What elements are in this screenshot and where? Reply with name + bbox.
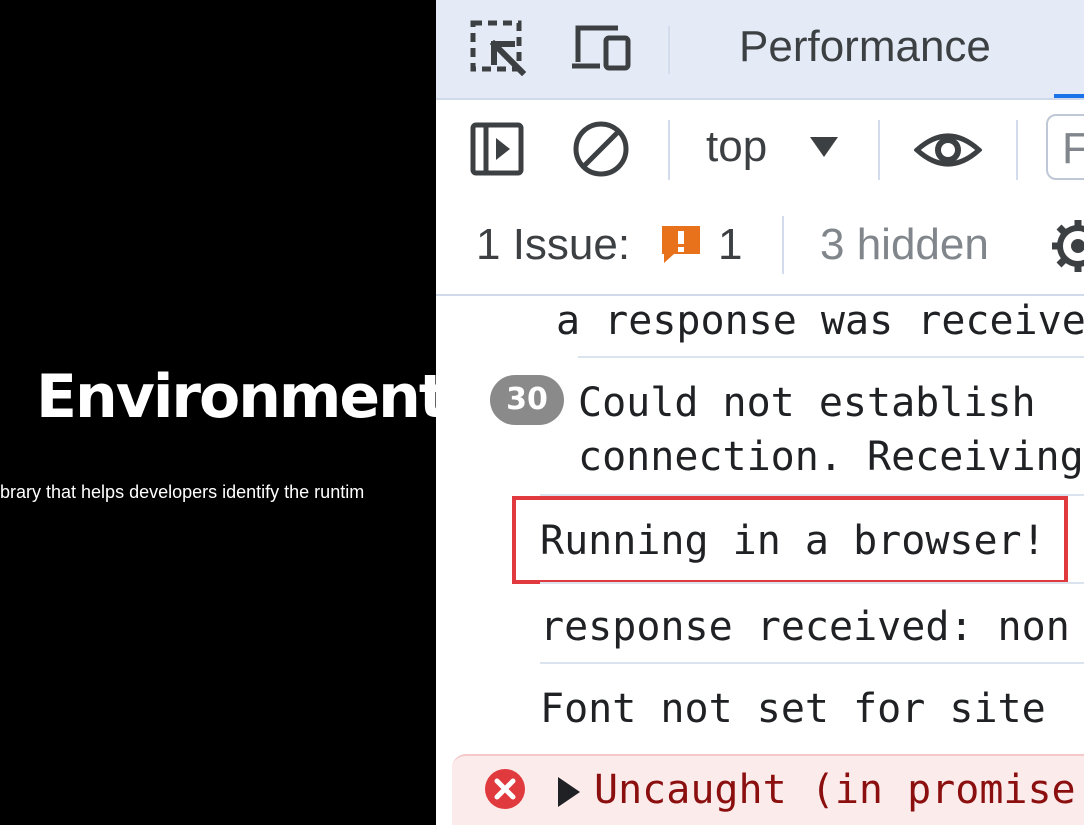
issues-separator — [782, 216, 784, 274]
message-divider — [540, 662, 1084, 664]
toolbar-separator — [1016, 120, 1018, 180]
devtools-panel: Performance top F 1 Issue: 1 3 hidden a … — [436, 0, 1084, 825]
page-title: Environment — [36, 362, 436, 432]
active-tab-indicator — [1054, 94, 1084, 98]
device-toolbar-icon[interactable] — [570, 22, 632, 78]
inspect-element-icon[interactable] — [470, 20, 527, 80]
sidebar-toggle-icon[interactable] — [470, 122, 524, 180]
devtools-tabbar: Performance — [436, 0, 1084, 100]
page-subtitle: brary that helps developers identify the… — [0, 482, 365, 502]
highlight-box — [512, 496, 1068, 584]
message-divider — [540, 582, 1084, 584]
error-message-text: Uncaught (in promise — [594, 767, 1076, 813]
error-icon — [484, 768, 526, 814]
issue-warning-icon[interactable] — [660, 224, 702, 264]
hidden-messages-count: 3 hidden — [820, 220, 989, 269]
console-message: response received: non — [540, 604, 1070, 650]
toolbar-separator — [878, 120, 880, 180]
tab-separator — [668, 26, 670, 74]
filter-placeholder: F — [1062, 124, 1084, 173]
context-selector[interactable]: top — [706, 122, 767, 172]
issues-label[interactable]: 1 Issue: — [476, 220, 630, 270]
clear-console-icon[interactable] — [572, 120, 630, 182]
live-expression-eye-icon[interactable] — [913, 128, 983, 176]
console-message: Font not set for site — [540, 686, 1046, 732]
filter-input[interactable]: F — [1046, 114, 1084, 180]
console-message-continued: connection. Receiving — [578, 434, 1084, 480]
console-message: Could not establish — [578, 380, 1036, 426]
page-viewport: Environment brary that helps developers … — [0, 0, 436, 825]
issue-count[interactable]: 1 — [718, 220, 742, 270]
tab-performance[interactable]: Performance — [739, 22, 991, 72]
message-divider — [578, 356, 1084, 358]
expand-arrow-icon[interactable] — [558, 777, 580, 807]
repeat-count-badge: 30 — [490, 375, 564, 425]
gear-icon[interactable] — [1050, 218, 1084, 278]
dropdown-arrow-icon[interactable] — [810, 137, 838, 157]
toolbar-separator — [668, 120, 670, 180]
console-message: a response was receive — [556, 298, 1084, 344]
